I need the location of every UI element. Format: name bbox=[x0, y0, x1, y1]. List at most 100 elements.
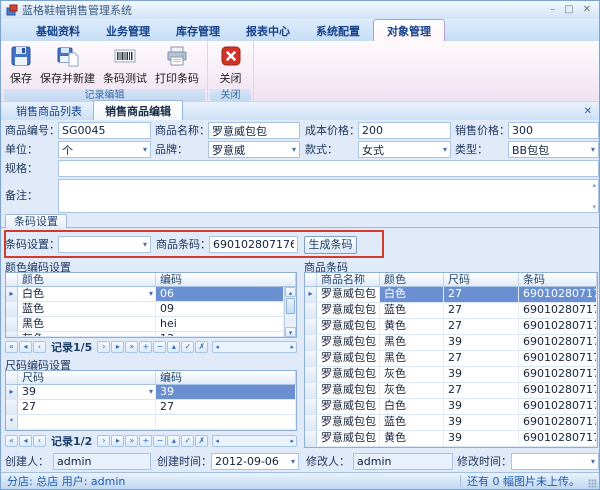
cell-color[interactable]: 黑色 bbox=[18, 317, 156, 331]
column-header-color[interactable]: 颜色 bbox=[18, 273, 156, 286]
column-header-size[interactable]: 尺码 bbox=[444, 273, 519, 286]
sale-price-input[interactable] bbox=[508, 122, 599, 139]
table-row[interactable]: 罗意威包包 黄色 39 690102807176... bbox=[305, 431, 597, 447]
nav-append-button[interactable]: + bbox=[139, 341, 152, 353]
table-row[interactable]: 罗意威包包 白色 39 690102807176... bbox=[305, 399, 597, 415]
cell-size[interactable]: 39 ▾ bbox=[18, 385, 156, 399]
scroll-up-icon[interactable]: ▴ bbox=[285, 287, 296, 297]
tab-product-edit[interactable]: 销售商品编辑 bbox=[93, 100, 183, 120]
column-header-code[interactable]: 编码 bbox=[156, 371, 296, 384]
nav-append-button[interactable]: + bbox=[139, 435, 152, 447]
ribbon-tab-reports[interactable]: 报表中心 bbox=[233, 20, 303, 41]
product-barcode-input[interactable] bbox=[209, 236, 298, 253]
cell-code[interactable]: hei bbox=[156, 317, 284, 331]
nav-next-button[interactable]: › bbox=[97, 435, 110, 447]
creator-input[interactable] bbox=[53, 453, 151, 470]
remark-textarea[interactable]: ▴ ▾ bbox=[58, 179, 599, 213]
tab-close-icon[interactable]: ✕ bbox=[584, 106, 592, 117]
nav-last-button[interactable]: » bbox=[125, 341, 138, 353]
nav-prev-button[interactable]: ‹ bbox=[33, 435, 46, 447]
tab-product-list[interactable]: 销售商品列表 bbox=[5, 101, 93, 120]
cell-color[interactable]: 灰色 bbox=[18, 332, 156, 336]
type-combo[interactable]: BB包包▾ bbox=[508, 141, 599, 158]
cell-code[interactable]: 09 bbox=[156, 302, 284, 316]
scroll-up-icon[interactable]: ▴ bbox=[592, 181, 596, 189]
chevron-down-icon[interactable]: ▾ bbox=[149, 385, 153, 399]
spec-input[interactable] bbox=[58, 160, 599, 177]
print-barcode-button[interactable]: 打印条码 bbox=[151, 43, 203, 88]
column-header-color[interactable]: 颜色 bbox=[380, 273, 444, 286]
scroll-down-icon[interactable]: ▾ bbox=[285, 327, 296, 337]
horizontal-scrollbar[interactable]: ◂ ▸ bbox=[212, 341, 297, 353]
table-row[interactable]: 罗意威包包 灰色 39 690102807176... bbox=[305, 367, 597, 383]
scroll-left-icon[interactable]: ◂ bbox=[215, 343, 219, 351]
cell-code[interactable]: 06 bbox=[156, 287, 284, 301]
nav-next-page-button[interactable]: ▸ bbox=[111, 341, 124, 353]
column-header-product-name[interactable]: 商品名称 bbox=[317, 273, 380, 286]
table-row-append[interactable]: * bbox=[6, 415, 296, 430]
table-row[interactable]: 罗意威包包 黑色 27 690102807176... bbox=[305, 351, 597, 367]
nav-prev-page-button[interactable]: ◂ bbox=[19, 435, 32, 447]
table-row[interactable]: 黑色 hei bbox=[6, 317, 296, 332]
nav-delete-button[interactable]: − bbox=[153, 435, 166, 447]
save-button[interactable]: 保存 bbox=[6, 43, 36, 88]
product-name-input[interactable] bbox=[208, 122, 300, 139]
horizontal-scrollbar[interactable]: ◂ ▸ bbox=[212, 435, 297, 447]
ribbon-tab-business[interactable]: 业务管理 bbox=[93, 20, 163, 41]
nav-cancel-button[interactable]: ✗ bbox=[195, 341, 208, 353]
table-row[interactable]: 罗意威包包 蓝色 39 690102807176... bbox=[305, 415, 597, 431]
cell-code[interactable]: 39 bbox=[156, 385, 296, 399]
product-code-input[interactable] bbox=[58, 122, 151, 139]
table-row[interactable]: ▸ 罗意威包包 白色 27 690102807176... bbox=[305, 287, 597, 303]
nav-prev-button[interactable]: ‹ bbox=[33, 341, 46, 353]
nav-first-button[interactable]: « bbox=[5, 341, 18, 353]
table-row[interactable]: ▸ 39 ▾ 39 bbox=[6, 385, 296, 400]
vertical-scrollbar[interactable]: ▴ ▾ bbox=[284, 287, 296, 337]
cost-price-input[interactable] bbox=[358, 122, 451, 139]
ribbon-tab-inventory[interactable]: 库存管理 bbox=[163, 20, 233, 41]
cell-color[interactable]: 蓝色 bbox=[18, 302, 156, 316]
nav-last-button[interactable]: » bbox=[125, 435, 138, 447]
table-row-partial[interactable]: 灰色 13 bbox=[6, 332, 296, 337]
table-row[interactable]: 27 27 bbox=[6, 400, 296, 415]
cell-color[interactable]: 白色 ▾ bbox=[18, 287, 156, 301]
style-combo[interactable]: 女式▾ bbox=[358, 141, 451, 158]
table-row[interactable]: 罗意威包包 灰色 27 690102807176... bbox=[305, 383, 597, 399]
unit-combo[interactable]: 个▾ bbox=[58, 141, 151, 158]
scroll-left-icon[interactable]: ◂ bbox=[215, 437, 219, 445]
table-row[interactable]: 罗意威包包 黑色 39 690102807176... bbox=[305, 335, 597, 351]
close-button[interactable]: ✕ bbox=[583, 5, 591, 15]
close-form-button[interactable]: 关闭 bbox=[216, 43, 246, 88]
table-row[interactable]: 罗意威包包 黄色 27 690102807176... bbox=[305, 319, 597, 335]
minimize-button[interactable]: – bbox=[550, 5, 555, 15]
maximize-button[interactable]: □ bbox=[564, 5, 573, 15]
created-time-combo[interactable]: 2012-09-06▾ bbox=[211, 453, 299, 470]
ribbon-tab-base-data[interactable]: 基础资料 bbox=[23, 20, 93, 41]
nav-edit-button[interactable]: ▴ bbox=[167, 435, 180, 447]
column-header-code[interactable]: 编码 bbox=[156, 273, 296, 286]
nav-post-button[interactable]: ✓ bbox=[181, 435, 194, 447]
barcode-test-button[interactable]: 条码测试 bbox=[99, 43, 151, 88]
scrollbar-thumb[interactable] bbox=[286, 298, 295, 314]
column-header-size[interactable]: 尺码 bbox=[18, 371, 156, 384]
table-row[interactable]: 蓝色 09 bbox=[6, 302, 296, 317]
nav-next-button[interactable]: › bbox=[97, 341, 110, 353]
ribbon-tab-system-config[interactable]: 系统配置 bbox=[303, 20, 373, 41]
nav-cancel-button[interactable]: ✗ bbox=[195, 435, 208, 447]
cell-code[interactable]: 27 bbox=[156, 400, 296, 414]
column-header-barcode[interactable]: 条码 bbox=[519, 273, 597, 286]
nav-first-button[interactable]: « bbox=[5, 435, 18, 447]
nav-delete-button[interactable]: − bbox=[153, 341, 166, 353]
scroll-down-icon[interactable]: ▾ bbox=[592, 203, 596, 211]
barcode-setting-combo[interactable]: ▾ bbox=[58, 236, 151, 253]
barcode-settings-group-tab[interactable]: 条码设置 bbox=[5, 214, 67, 228]
chevron-down-icon[interactable]: ▾ bbox=[149, 287, 153, 301]
resize-grip[interactable] bbox=[588, 479, 597, 488]
scroll-right-icon[interactable]: ▸ bbox=[290, 437, 294, 445]
table-row[interactable]: ▸ 白色 ▾ 06 bbox=[6, 287, 296, 302]
nav-prev-page-button[interactable]: ◂ bbox=[19, 341, 32, 353]
nav-edit-button[interactable]: ▴ bbox=[167, 341, 180, 353]
table-row[interactable]: 罗意威包包 蓝色 27 690102807176... bbox=[305, 303, 597, 319]
save-and-new-button[interactable]: 保存并新建 bbox=[36, 43, 99, 88]
nav-post-button[interactable]: ✓ bbox=[181, 341, 194, 353]
